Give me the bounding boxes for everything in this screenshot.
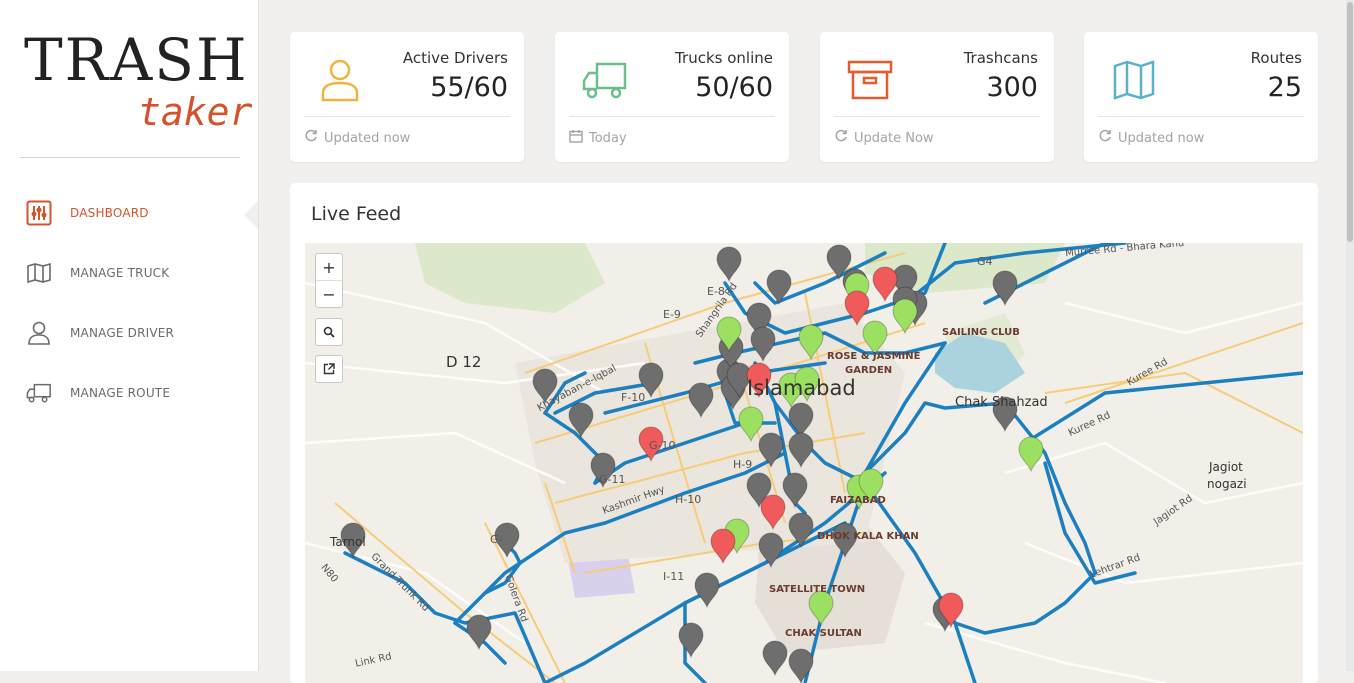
card-divider bbox=[1098, 116, 1304, 117]
truck-icon bbox=[26, 380, 52, 406]
stat-title: Trashcans bbox=[963, 49, 1038, 67]
live-map[interactable]: E-9 E-8 D 12 F-10 G-10 G-11 H-9 H-10 I-1… bbox=[305, 243, 1303, 683]
card-divider bbox=[834, 116, 1040, 117]
refresh-icon bbox=[1098, 129, 1112, 147]
map-label: F-10 bbox=[621, 391, 646, 404]
stat-card-trashcans: Trashcans 300 Update Now bbox=[820, 32, 1054, 162]
zoom-control: + − bbox=[315, 253, 343, 308]
search-icon bbox=[323, 323, 335, 342]
map-label: ROSE & JASMINE bbox=[827, 351, 921, 362]
stat-title: Trucks online bbox=[675, 49, 773, 67]
map-label: GARDEN bbox=[845, 365, 893, 376]
sliders-icon bbox=[26, 200, 52, 226]
map-pin-gray[interactable] bbox=[694, 572, 720, 609]
map-pin-gray[interactable] bbox=[678, 622, 704, 659]
page-scrollbar[interactable] bbox=[1346, 0, 1354, 671]
card-divider bbox=[569, 116, 775, 117]
zoom-out-button[interactable]: − bbox=[316, 280, 342, 307]
sidebar-item-label: MANAGE DRIVER bbox=[70, 326, 175, 340]
stat-footer-text: Update Now bbox=[854, 130, 934, 146]
sidebar-item-manage-driver[interactable]: MANAGE DRIVER bbox=[0, 311, 258, 355]
map-pin-red[interactable] bbox=[710, 528, 736, 565]
map-label: Tarnol bbox=[330, 535, 366, 549]
truck-icon bbox=[581, 56, 629, 104]
user-icon bbox=[26, 320, 52, 346]
map-fullscreen-button[interactable] bbox=[315, 355, 343, 383]
sidebar-item-label: DASHBOARD bbox=[70, 206, 149, 220]
map-pin-gray[interactable] bbox=[992, 270, 1018, 307]
map-label: I-11 bbox=[663, 570, 685, 583]
trash-taker-logo[interactable]: TRASH taker bbox=[22, 20, 252, 140]
logo-line1: TRASH bbox=[24, 26, 249, 94]
sidebar-item-dashboard[interactable]: DASHBOARD bbox=[0, 191, 258, 235]
scrollbar-thumb[interactable] bbox=[1347, 2, 1353, 242]
map-label: DHOK KALA KHAN bbox=[817, 531, 919, 542]
map-label: G-11 bbox=[599, 473, 626, 486]
map-label: E-9 bbox=[663, 308, 681, 321]
logo-line2: taker bbox=[138, 90, 253, 134]
map-label: CHAK SULTAN bbox=[785, 628, 862, 639]
map-search-button[interactable] bbox=[315, 318, 343, 346]
sidebar: TRASH taker DASHBOARD MANAGE TRUCK MANAG… bbox=[0, 0, 259, 671]
stat-footer-text: Updated now bbox=[1118, 130, 1205, 146]
stat-footer: Today bbox=[569, 129, 627, 147]
stat-value: 50/60 bbox=[695, 72, 773, 103]
sidebar-divider bbox=[20, 157, 240, 158]
archive-icon bbox=[846, 56, 894, 104]
live-feed-title: Live Feed bbox=[311, 203, 402, 225]
stat-card-active-drivers: Active Drivers 55/60 Updated now bbox=[290, 32, 524, 162]
active-pointer bbox=[244, 201, 258, 229]
user-icon bbox=[316, 56, 364, 104]
map-label: Jagiot bbox=[1209, 460, 1243, 474]
map-label-city: Islamabad bbox=[747, 376, 856, 400]
stat-footer: Update Now bbox=[834, 129, 934, 147]
map-label: FAIZABAD bbox=[830, 495, 886, 506]
map-pin-green[interactable] bbox=[1018, 436, 1044, 473]
zoom-in-button[interactable]: + bbox=[316, 254, 342, 280]
map-canvas[interactable] bbox=[305, 243, 1303, 683]
stat-footer: Updated now bbox=[304, 129, 410, 147]
sidebar-item-label: MANAGE TRUCK bbox=[70, 266, 170, 280]
stat-value: 300 bbox=[986, 72, 1038, 103]
external-link-icon bbox=[323, 360, 335, 379]
map-label: SAILING CLUB bbox=[942, 327, 1020, 338]
stat-footer-text: Today bbox=[589, 130, 627, 146]
stat-title: Active Drivers bbox=[402, 49, 508, 67]
stat-value: 55/60 bbox=[430, 72, 508, 103]
card-divider bbox=[304, 116, 510, 117]
stat-title: Routes bbox=[1250, 49, 1302, 67]
map-icon bbox=[1110, 56, 1158, 104]
map-pin-gray[interactable] bbox=[762, 640, 788, 677]
stat-value: 25 bbox=[1267, 72, 1302, 103]
map-label: H-9 bbox=[733, 458, 753, 471]
calendar-icon bbox=[569, 129, 583, 147]
map-icon bbox=[26, 260, 52, 286]
map-pin-gray[interactable] bbox=[788, 648, 814, 683]
stat-card-routes: Routes 25 Updated now bbox=[1084, 32, 1318, 162]
sidebar-item-manage-route[interactable]: MANAGE ROUTE bbox=[0, 371, 258, 415]
refresh-icon bbox=[834, 129, 848, 147]
map-label: nogazi bbox=[1207, 477, 1247, 491]
stat-footer-text: Updated now bbox=[324, 130, 411, 146]
map-label: SATELLITE TOWN bbox=[769, 584, 866, 595]
map-label: D 12 bbox=[446, 353, 482, 371]
map-pin-green[interactable] bbox=[892, 298, 918, 335]
sidebar-item-label: MANAGE ROUTE bbox=[70, 386, 171, 400]
live-feed-panel: Live Feed E-9 E-8 D 12 F-10 G-10 G-11 H-… bbox=[290, 183, 1318, 683]
stat-card-trucks-online: Trucks online 50/60 Today bbox=[555, 32, 789, 162]
map-label: G4 bbox=[977, 255, 993, 268]
refresh-icon bbox=[304, 129, 318, 147]
map-label: H-10 bbox=[675, 493, 702, 506]
stat-footer: Updated now bbox=[1098, 129, 1204, 147]
map-label: G-10 bbox=[649, 439, 676, 452]
map-pin-gray[interactable] bbox=[716, 246, 742, 283]
map-label: Chak Shahzad bbox=[955, 395, 1048, 410]
map-label: G- bbox=[490, 533, 503, 546]
sidebar-item-manage-truck[interactable]: MANAGE TRUCK bbox=[0, 251, 258, 295]
